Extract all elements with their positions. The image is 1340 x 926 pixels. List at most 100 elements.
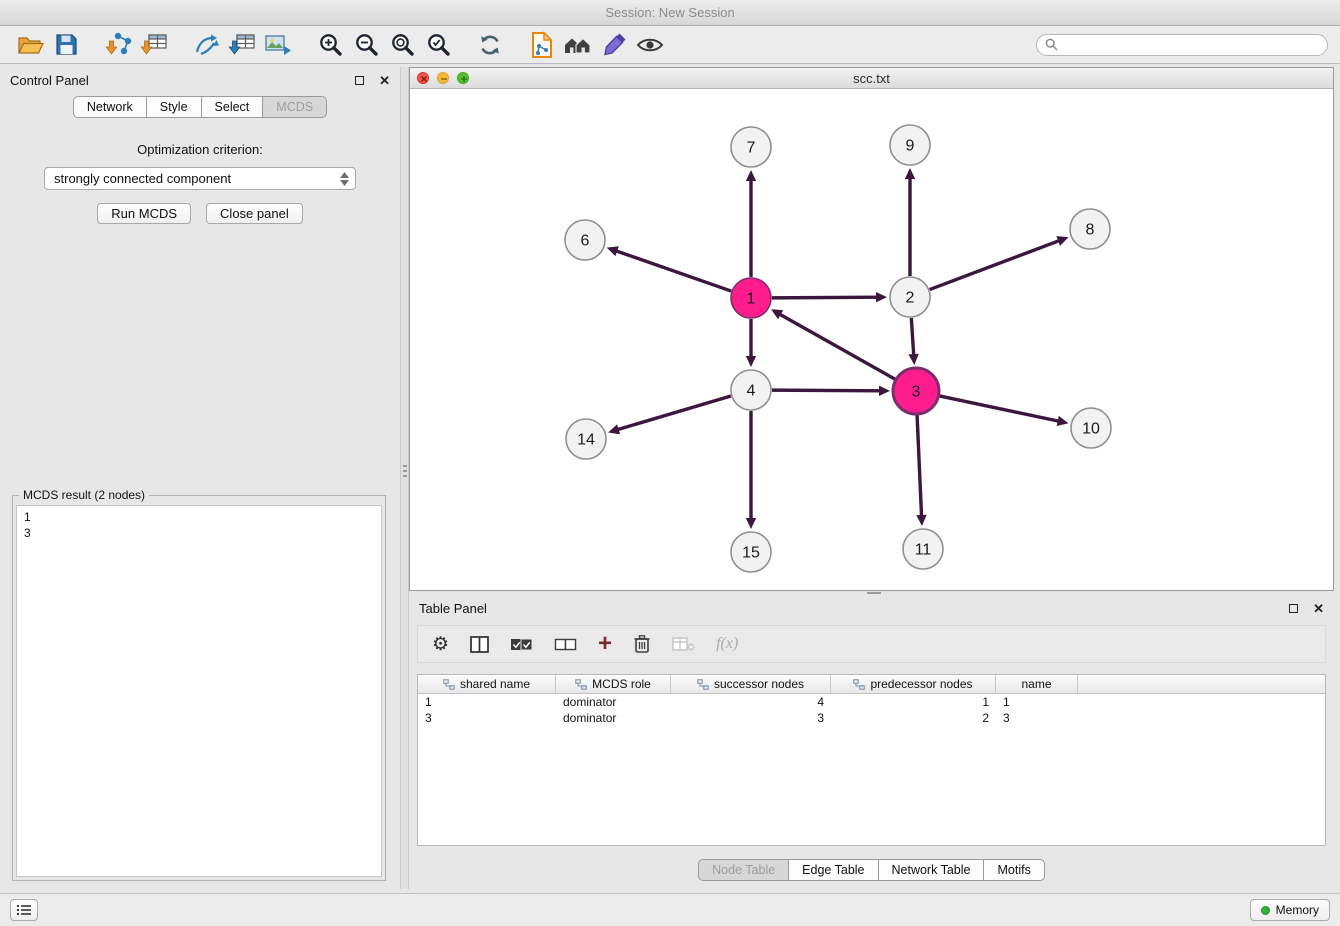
column-header-name[interactable]: name <box>996 675 1078 693</box>
graph-edge[interactable] <box>911 318 913 356</box>
table-cell[interactable]: 1 <box>418 695 556 709</box>
search-input[interactable] <box>1063 38 1319 52</box>
table-body[interactable]: 1dominator4113dominator323 <box>418 694 1325 845</box>
graph-edge[interactable] <box>615 251 731 292</box>
new-network-icon[interactable] <box>188 29 224 61</box>
create-column-icon[interactable]: + <box>598 634 612 653</box>
column-header-mcds-role[interactable]: MCDS role <box>556 675 671 693</box>
close-panel-icon[interactable]: ✕ <box>1313 602 1324 615</box>
table-panel: Table Panel ✕ ⚙ + f(x) shared name <box>409 595 1334 887</box>
criterion-value: strongly connected component <box>54 171 231 186</box>
edge-arrowhead-icon <box>746 518 756 529</box>
column-header-shared-name[interactable]: shared name <box>418 675 556 693</box>
table-cell[interactable]: 3 <box>996 711 1078 725</box>
splitter-grip <box>403 465 407 467</box>
tab-node-table[interactable]: Node Table <box>698 859 789 881</box>
table-cell[interactable]: 3 <box>671 711 831 725</box>
graph-edge[interactable] <box>772 297 878 298</box>
deselect-all-columns-icon[interactable] <box>554 637 577 652</box>
vertical-splitter[interactable] <box>400 67 409 889</box>
graph-edge[interactable] <box>772 390 881 391</box>
mcds-result-group: MCDS result (2 nodes) 1 3 <box>12 495 386 881</box>
node-label: 1 <box>747 291 756 308</box>
run-mcds-button[interactable]: Run MCDS <box>97 203 191 224</box>
save-session-icon[interactable] <box>48 29 84 61</box>
graph-edge[interactable] <box>779 314 895 380</box>
app-titlebar[interactable]: Session: New Session <box>0 0 1340 26</box>
tab-mcds[interactable]: MCDS <box>262 96 327 118</box>
table-toolbar: ⚙ + f(x) <box>417 625 1326 663</box>
table-cell[interactable]: 4 <box>671 695 831 709</box>
tab-network[interactable]: Network <box>73 96 147 118</box>
node-label: 2 <box>906 290 915 307</box>
memory-button[interactable]: Memory <box>1250 899 1330 921</box>
network-graph[interactable]: 7968124314101511 <box>410 89 1333 590</box>
mcds-result-list[interactable]: 1 3 <box>16 505 382 877</box>
select-all-columns-icon[interactable] <box>510 637 533 652</box>
network-window-titlebar[interactable]: scc.txt <box>410 68 1333 89</box>
eye-icon[interactable] <box>632 29 668 61</box>
list-icon <box>16 904 32 916</box>
export-table-icon[interactable] <box>224 29 260 61</box>
float-panel-icon[interactable] <box>355 76 364 85</box>
close-panel-icon[interactable]: ✕ <box>379 74 390 87</box>
node-label: 10 <box>1082 421 1100 438</box>
table-cell[interactable]: 1 <box>831 695 996 709</box>
edge-arrowhead-icon <box>746 170 756 181</box>
import-network-icon[interactable] <box>100 29 136 61</box>
tab-style[interactable]: Style <box>146 96 202 118</box>
edge-arrowhead-icon <box>879 386 890 396</box>
column-label: predecessor nodes <box>870 677 972 691</box>
mcds-result-title: MCDS result (2 nodes) <box>19 488 149 502</box>
zoom-out-icon[interactable] <box>348 29 384 61</box>
table-header-row: shared name MCDS role successor nodes pr… <box>418 675 1325 694</box>
edge-arrowhead-icon <box>1057 416 1069 426</box>
export-image-icon[interactable] <box>260 29 296 61</box>
show-columns-icon[interactable] <box>470 636 489 653</box>
edge-arrowhead-icon <box>876 292 887 302</box>
graph-edge[interactable] <box>917 415 922 517</box>
delete-column-trash-icon[interactable] <box>633 634 651 654</box>
table-cell[interactable]: dominator <box>556 695 671 709</box>
tab-edge-table[interactable]: Edge Table <box>788 859 878 881</box>
table-cell[interactable]: dominator <box>556 711 671 725</box>
table-cell[interactable]: 1 <box>996 695 1078 709</box>
network-canvas[interactable]: 7968124314101511 <box>410 89 1333 590</box>
table-settings-gear-icon[interactable]: ⚙ <box>432 635 449 654</box>
open-file-icon[interactable] <box>12 29 48 61</box>
import-table-icon[interactable] <box>136 29 172 61</box>
search-box[interactable] <box>1036 34 1328 56</box>
close-panel-button[interactable]: Close panel <box>206 203 303 224</box>
window-zoom-icon[interactable] <box>457 72 469 84</box>
column-sort-icon <box>853 679 865 690</box>
column-header-successor-nodes[interactable]: successor nodes <box>671 675 831 693</box>
column-label: successor nodes <box>714 677 804 691</box>
tab-select[interactable]: Select <box>201 96 264 118</box>
column-label: shared name <box>460 677 530 691</box>
zoom-fit-icon[interactable] <box>384 29 420 61</box>
home-icon[interactable] <box>560 29 596 61</box>
apply-layout-refresh-icon[interactable] <box>472 29 508 61</box>
node-label: 6 <box>581 233 590 250</box>
table-row[interactable]: 3dominator323 <box>418 710 1325 726</box>
column-header-predecessor-nodes[interactable]: predecessor nodes <box>831 675 996 693</box>
window-minimize-icon[interactable] <box>437 72 449 84</box>
zoom-selected-icon[interactable] <box>420 29 456 61</box>
memory-status-icon <box>1261 906 1270 915</box>
float-panel-icon[interactable] <box>1289 604 1298 613</box>
window-close-icon[interactable] <box>417 72 429 84</box>
task-history-button[interactable] <box>10 899 38 921</box>
graph-edge[interactable] <box>939 396 1059 421</box>
table-cell[interactable]: 2 <box>831 711 996 725</box>
zoom-in-icon[interactable] <box>312 29 348 61</box>
table-row[interactable]: 1dominator411 <box>418 694 1325 710</box>
style-brush-icon[interactable] <box>596 29 632 61</box>
tab-motifs[interactable]: Motifs <box>983 859 1044 881</box>
graph-edge[interactable] <box>617 396 731 430</box>
graph-edge[interactable] <box>930 240 1060 289</box>
edge-arrowhead-icon <box>908 354 918 365</box>
table-cell[interactable]: 3 <box>418 711 556 725</box>
current-network-file-icon[interactable] <box>524 29 560 61</box>
tab-network-table[interactable]: Network Table <box>878 859 985 881</box>
criterion-dropdown[interactable]: strongly connected component <box>44 167 356 190</box>
